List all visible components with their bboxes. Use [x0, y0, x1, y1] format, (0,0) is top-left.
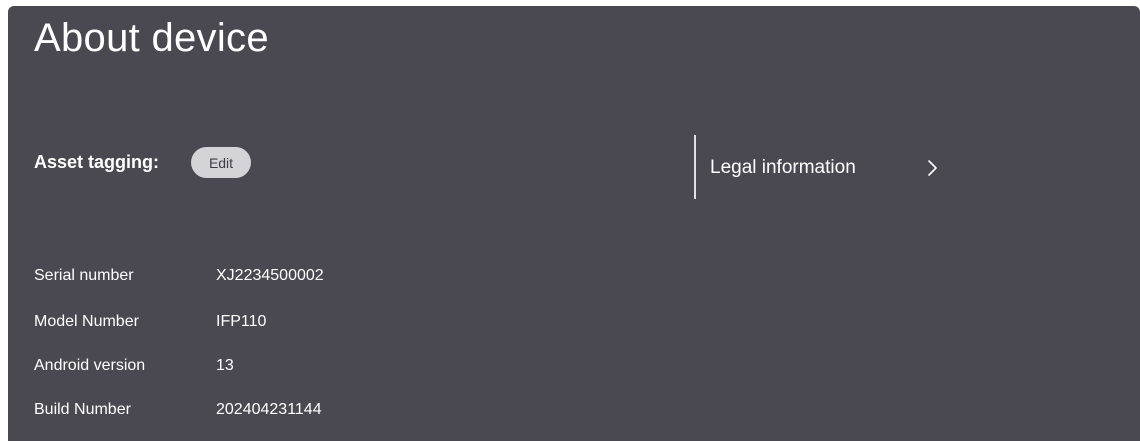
info-value: XJ2234500002 — [216, 267, 324, 284]
asset-tagging-label: Asset tagging: — [34, 152, 160, 172]
legal-information-item[interactable]: Legal information — [710, 151, 950, 185]
info-label: Android version — [34, 357, 146, 374]
chevron-right-icon — [928, 160, 937, 176]
info-value: 202404231144 — [216, 401, 322, 418]
info-value: IFP110 — [216, 313, 267, 330]
about-device-panel: About device Asset tagging: Edit Legal i… — [8, 6, 1140, 441]
page-title: About device — [34, 16, 269, 60]
legal-information-label: Legal information — [710, 157, 856, 178]
info-label: Build Number — [34, 401, 131, 418]
info-value: 13 — [216, 357, 234, 374]
info-label: Model Number — [34, 313, 139, 330]
edit-asset-tag-button[interactable]: Edit — [191, 147, 251, 178]
info-label: Serial number — [34, 267, 134, 284]
vertical-divider — [694, 135, 696, 199]
